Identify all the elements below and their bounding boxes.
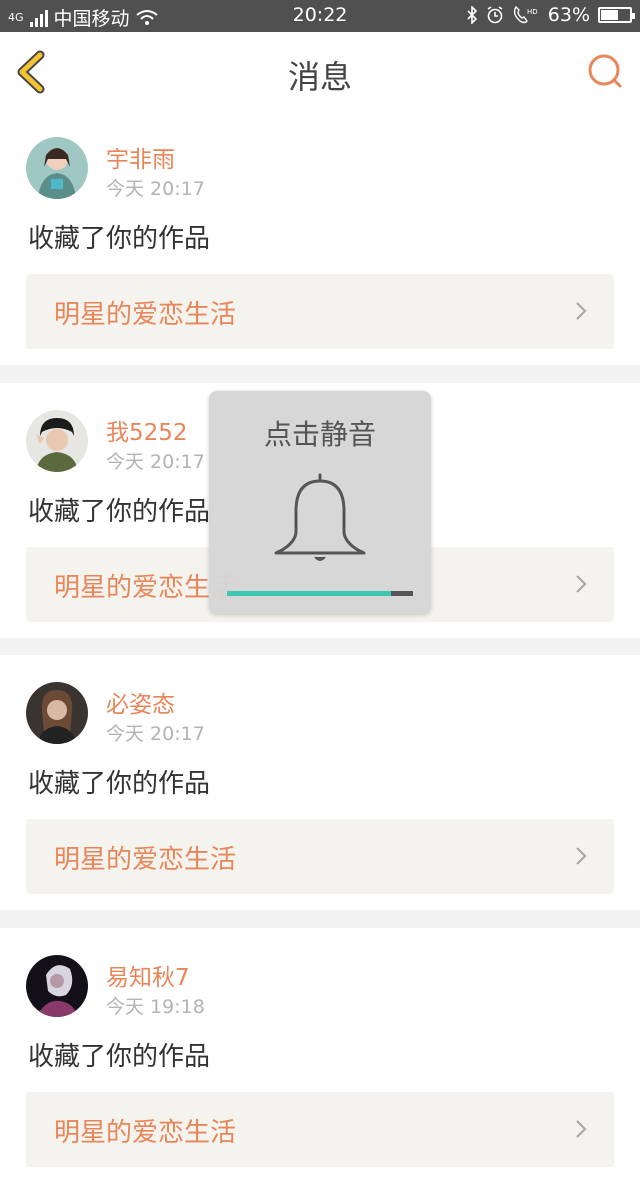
work-link[interactable]: 明星的爱恋生活: [26, 819, 614, 894]
message-time: 今天 20:17: [106, 451, 205, 473]
message-action: 收藏了你的作品: [28, 769, 211, 799]
page-title: 消息: [287, 58, 352, 96]
chevron-right-icon: [576, 302, 587, 320]
message-time: 今天 20:17: [106, 723, 205, 745]
message-action: 收藏了你的作品: [28, 224, 211, 254]
work-link[interactable]: 明星的爱恋生活: [26, 274, 614, 349]
search-button[interactable]: [586, 52, 624, 90]
avatar[interactable]: [26, 137, 88, 199]
avatar[interactable]: [26, 682, 88, 744]
work-title: 明星的爱恋生活: [54, 1118, 237, 1148]
avatar[interactable]: [26, 955, 88, 1017]
svg-text:HD: HD: [527, 8, 538, 16]
work-link[interactable]: 明星的爱恋生活: [26, 1092, 614, 1167]
battery-fill: [601, 10, 618, 20]
message-time: 今天 20:17: [106, 178, 205, 200]
user-name[interactable]: 宇非雨: [106, 140, 175, 174]
header: 消息: [0, 32, 640, 111]
chevron-right-icon: [576, 575, 587, 593]
message-item: 易知秋7 今天 19:18 收藏了你的作品 明星的爱恋生活: [0, 928, 640, 1183]
volume-popup[interactable]: 点击静音: [209, 391, 431, 614]
battery-icon: [598, 7, 635, 23]
work-title: 明星的爱恋生活: [54, 300, 237, 330]
chevron-right-icon: [576, 1120, 587, 1138]
volume-level: [227, 591, 391, 596]
alarm-icon: [487, 6, 503, 24]
message-action: 收藏了你的作品: [28, 1042, 211, 1072]
work-title: 明星的爱恋生活: [54, 845, 237, 875]
user-name[interactable]: 我5252: [106, 413, 188, 447]
message-time: 今天 19:18: [106, 996, 205, 1018]
bluetooth-icon: [467, 6, 477, 24]
user-name[interactable]: 易知秋7: [106, 958, 190, 992]
avatar[interactable]: [26, 410, 88, 472]
hd-call-icon: HD: [513, 6, 538, 24]
volume-slider[interactable]: [227, 591, 413, 596]
bell-icon[interactable]: [272, 471, 368, 567]
battery-percent: 63%: [547, 4, 590, 26]
status-bar: 4G 中国移动 20:22 HD 63%: [0, 0, 640, 32]
message-item: 宇非雨 今天 20:17 收藏了你的作品 明星的爱恋生活: [0, 110, 640, 365]
message-item: 必姿态 今天 20:17 收藏了你的作品 明星的爱恋生活: [0, 655, 640, 910]
mute-label: 点击静音: [263, 418, 376, 451]
user-name[interactable]: 必姿态: [106, 685, 175, 719]
message-action: 收藏了你的作品: [28, 497, 211, 527]
chevron-right-icon: [576, 847, 587, 865]
